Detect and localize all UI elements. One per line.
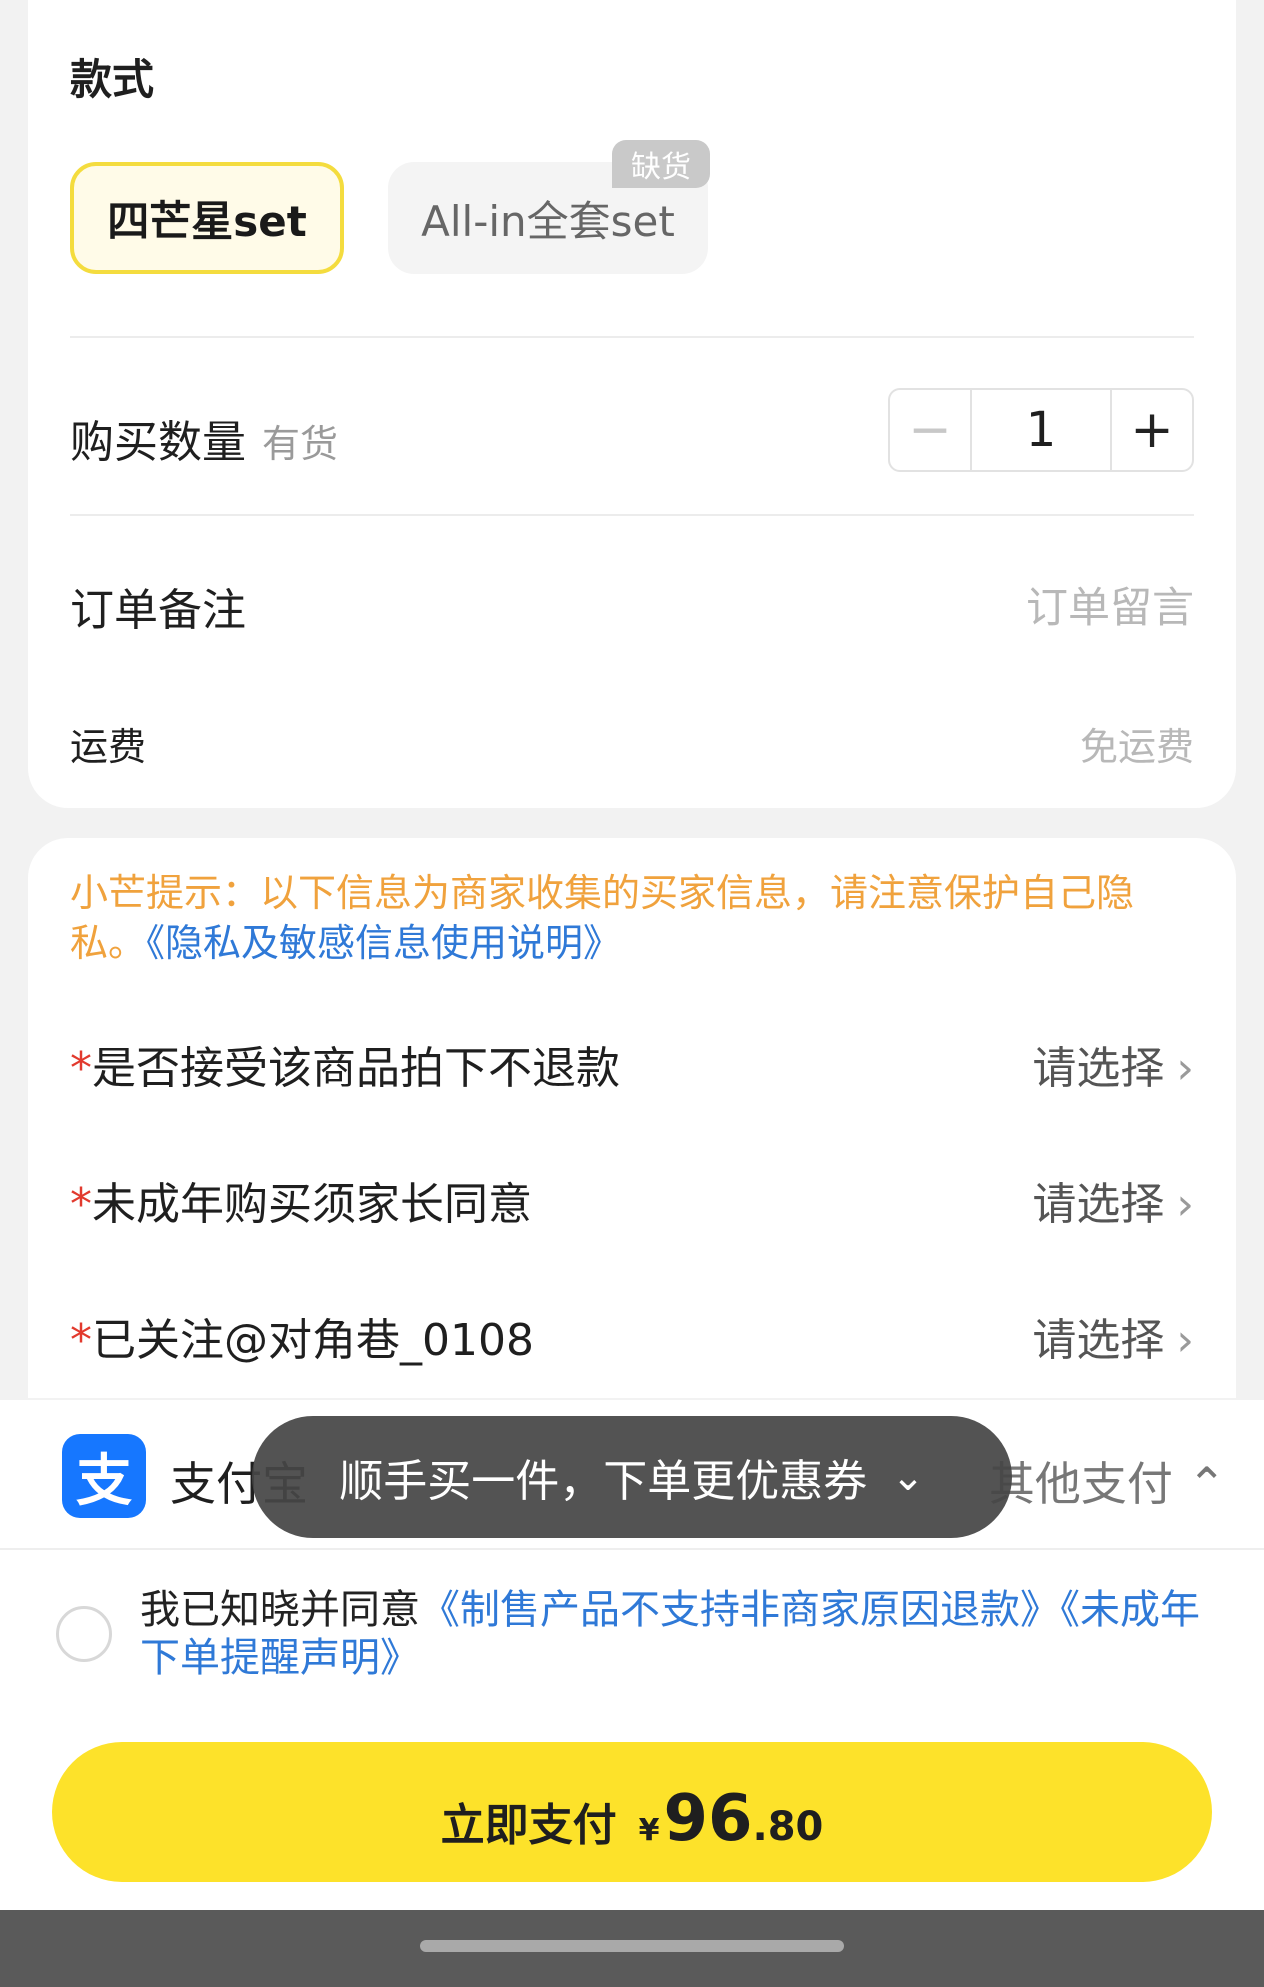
agreement-checkbox[interactable] (56, 1606, 112, 1662)
question-text: 是否接受该商品拍下不退款 (92, 1043, 620, 1094)
question-text: 已关注@对角巷_0108 (92, 1315, 534, 1366)
select-label: 请选择 (1032, 1315, 1165, 1366)
select-option[interactable]: 请选择 › (1032, 1168, 1194, 1232)
quantity-stepper: − 1 + (888, 388, 1194, 472)
order-options-card: 款式 四芒星set All-in全套set 缺货 购买数量 有货 − 1 + 订单… (28, 0, 1236, 808)
system-nav-bar (0, 1910, 1264, 1987)
chevron-right-icon: › (1176, 1315, 1194, 1366)
remark-label: 订单备注 (70, 585, 246, 636)
no-refund-policy-link[interactable]: 《制售产品不支持非商家原因退款》 (420, 1587, 1060, 1633)
privacy-notice: 小芒提示：以下信息为商家收集的买家信息，请注意保护自己隐私。《隐私及敏感信息使用… (70, 868, 1200, 968)
agreement-prefix: 我已知晓并同意 (140, 1587, 420, 1633)
select-label: 请选择 (1032, 1179, 1165, 1230)
pay-button-label: 立即支付 (440, 1800, 617, 1851)
style-option-four-star-set[interactable]: 四芒星set (70, 162, 344, 274)
buyer-info-card: 小芒提示：以下信息为商家收集的买家信息，请注意保护自己隐私。《隐私及敏感信息使用… (28, 838, 1236, 1398)
shipping-label: 运费 (70, 725, 147, 769)
decrease-button[interactable]: − (890, 390, 972, 470)
out-of-stock-badge: 缺货 (612, 140, 710, 188)
price-decimal: .80 (752, 1804, 824, 1850)
select-option[interactable]: 请选择 › (1032, 1032, 1194, 1096)
style-section-title: 款式 (70, 55, 155, 104)
price-integer: 96 (663, 1782, 753, 1856)
currency-symbol: ¥ (638, 1813, 660, 1848)
other-payment-label: 其他支付 (988, 1457, 1173, 1511)
question-row-parent-consent[interactable]: *未成年购买须家长同意 请选择 › (70, 1168, 1194, 1230)
chevron-up-icon: ⌃ (1187, 1457, 1226, 1511)
chevron-right-icon: › (1176, 1179, 1194, 1230)
payment-method-row[interactable]: 支 支付宝 其他支付 ⌃ 顺手买一件，下单更优惠券 ⌄ (0, 1400, 1264, 1550)
question-text: 未成年购买须家长同意 (92, 1179, 532, 1230)
question-row-follow[interactable]: *已关注@对角巷_0108 请选择 › (70, 1304, 1194, 1366)
double-chevron-down-icon: ⌄ (891, 1454, 925, 1500)
quantity-label: 购买数量 (70, 417, 246, 468)
remark-input[interactable]: 订单留言 (1026, 574, 1194, 635)
pay-now-button[interactable]: 立即支付 ¥ 96 .80 (52, 1742, 1212, 1882)
home-indicator[interactable] (420, 1940, 844, 1952)
select-option[interactable]: 请选择 › (1032, 1304, 1194, 1368)
select-label: 请选择 (1032, 1043, 1165, 1094)
other-payment-button[interactable]: 其他支付 ⌃ (989, 1448, 1226, 1514)
shipping-value: 免运费 (1079, 725, 1194, 769)
agreement-text: 我已知晓并同意《制售产品不支持非商家原因退款》《未成年下单提醒声明》 (140, 1586, 1210, 1682)
divider (70, 336, 1194, 338)
toast-text: 顺手买一件，下单更优惠券 (339, 1456, 868, 1507)
chevron-right-icon: › (1176, 1043, 1194, 1094)
coupon-toast[interactable]: 顺手买一件，下单更优惠券 ⌄ (252, 1416, 1012, 1538)
divider (70, 514, 1194, 516)
checkout-panel: 支 支付宝 其他支付 ⌃ 顺手买一件，下单更优惠券 ⌄ 我已知晓并同意《制售产品… (0, 1400, 1264, 1910)
increase-button[interactable]: + (1110, 390, 1192, 470)
stock-status: 有货 (262, 422, 339, 466)
privacy-policy-link[interactable]: 《隐私及敏感信息使用说明》 (146, 921, 621, 965)
alipay-icon: 支 (62, 1434, 146, 1518)
quantity-label-row: 购买数量 有货 (70, 406, 338, 470)
question-row-no-refund[interactable]: *是否接受该商品拍下不退款 请选择 › (70, 1032, 1194, 1094)
required-mark: * (70, 1179, 92, 1230)
required-mark: * (70, 1043, 92, 1094)
quantity-value[interactable]: 1 (972, 390, 1110, 470)
required-mark: * (70, 1315, 92, 1366)
